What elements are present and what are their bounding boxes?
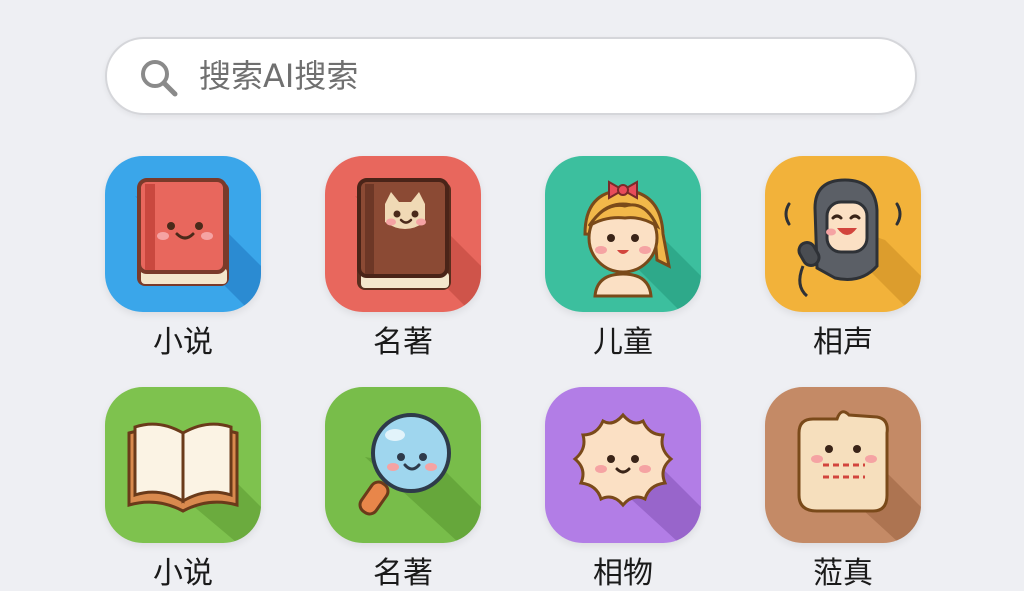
tile-icon-bg[interactable] bbox=[765, 156, 921, 312]
tile-icon-bg[interactable] bbox=[545, 156, 701, 312]
tile-label: 相声 bbox=[813, 325, 873, 360]
microphone-performer-icon bbox=[784, 178, 921, 312]
tile-label: 小说 bbox=[153, 325, 213, 360]
tile-label: 名著 bbox=[373, 325, 433, 360]
search-bar[interactable] bbox=[105, 37, 917, 115]
tile-icon-bg[interactable] bbox=[325, 156, 481, 312]
tile-novel-2[interactable]: 小说 bbox=[105, 387, 261, 591]
tile-icon-bg[interactable] bbox=[325, 387, 481, 543]
red-book-icon bbox=[135, 178, 261, 312]
cookie-face-icon bbox=[572, 412, 701, 543]
tile-novel[interactable]: 小说 bbox=[105, 156, 261, 360]
tile-icon-bg[interactable] bbox=[765, 387, 921, 543]
tile-children[interactable]: 儿童 bbox=[545, 156, 701, 360]
tile-label: 儿童 bbox=[593, 325, 653, 360]
tile-label: 名著 bbox=[373, 556, 433, 591]
magnifier-face-icon bbox=[358, 413, 481, 543]
tile-crosstalk[interactable]: 相声 bbox=[765, 156, 921, 360]
tile-icon-bg[interactable] bbox=[105, 156, 261, 312]
tile-xiangwu[interactable]: 相物 bbox=[545, 387, 701, 591]
tile-label: 相物 bbox=[593, 556, 653, 591]
tile-label: 蒞真 bbox=[813, 556, 873, 591]
paper-note-face-icon bbox=[797, 410, 921, 543]
tile-icon-bg[interactable] bbox=[105, 387, 261, 543]
brown-book-cat-icon bbox=[355, 178, 481, 312]
girl-face-icon bbox=[583, 180, 701, 312]
tile-label: 小说 bbox=[153, 556, 213, 591]
tile-classics-2[interactable]: 名著 bbox=[325, 387, 481, 591]
tile-real[interactable]: 蒞真 bbox=[765, 387, 921, 591]
open-book-icon bbox=[127, 422, 261, 543]
tile-classics[interactable]: 名著 bbox=[325, 156, 481, 360]
tile-icon-bg[interactable] bbox=[545, 387, 701, 543]
search-icon bbox=[141, 60, 178, 97]
search-input[interactable] bbox=[199, 39, 879, 113]
